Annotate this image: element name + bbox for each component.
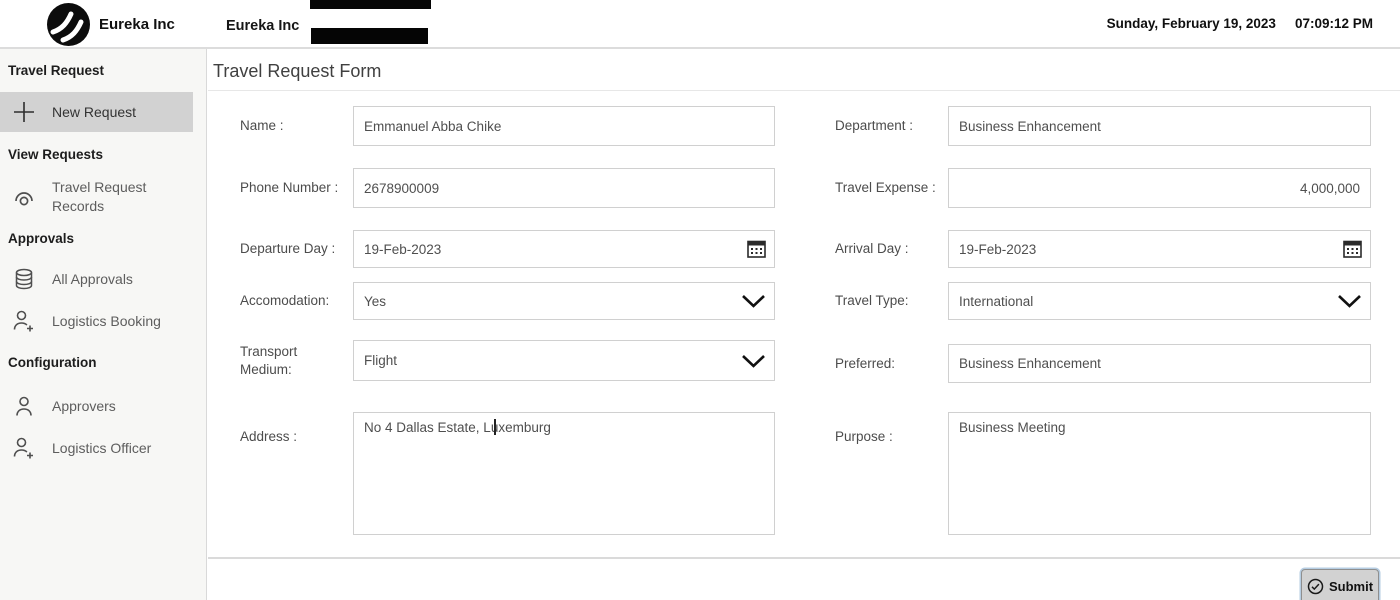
department-value: Business Enhancement	[959, 119, 1101, 134]
chevron-down-icon	[741, 354, 766, 368]
page-title: Travel Request Form	[213, 61, 381, 82]
department-label: Department :	[835, 106, 943, 146]
submit-button[interactable]: Submit	[1301, 569, 1379, 600]
address-label: Address :	[240, 412, 348, 535]
arrival-day-input[interactable]: 19-Feb-2023	[948, 230, 1371, 268]
address-textarea[interactable]: No 4 Dallas Estate, Luxemburg	[353, 412, 775, 535]
chevron-down-icon	[1337, 294, 1362, 308]
sidebar-divider	[206, 49, 207, 600]
person-add-icon	[10, 437, 38, 460]
sidebar-item-label: All Approvals	[52, 270, 133, 289]
app-window: Eureka Inc Eureka Inc Sunday, February 1…	[0, 0, 1400, 600]
datetime-display: Sunday, February 19, 2023 07:09:12 PM	[1107, 16, 1373, 31]
sidebar-item-new-request[interactable]: New Request	[0, 92, 193, 132]
title-divider	[208, 90, 1400, 91]
redacted-bar	[310, 0, 431, 9]
department-input[interactable]: Business Enhancement	[948, 106, 1371, 146]
sidebar-item-label: Logistics Officer	[52, 439, 151, 458]
section-approvals: Approvals	[8, 231, 74, 246]
plus-icon	[10, 99, 38, 125]
departure-day-value: 19-Feb-2023	[364, 242, 441, 257]
chevron-down-icon	[741, 294, 766, 308]
travel-expense-input[interactable]: 4,000,000	[948, 168, 1371, 208]
purpose-label: Purpose :	[835, 412, 943, 535]
sidebar-item-logistics-booking[interactable]: Logistics Booking	[0, 307, 193, 335]
phone-label: Phone Number :	[240, 168, 348, 208]
name-label: Name :	[240, 106, 348, 146]
preferred-label: Preferred:	[835, 344, 943, 383]
phone-input[interactable]: 2678900009	[353, 168, 775, 208]
text-cursor	[494, 419, 496, 435]
footer-divider	[208, 557, 1400, 559]
arrival-day-value: 19-Feb-2023	[959, 242, 1036, 257]
company-logo-icon	[46, 2, 91, 52]
sidebar-item-all-approvals[interactable]: All Approvals	[0, 265, 193, 293]
transport-medium-value: Flight	[364, 353, 397, 368]
section-travel-request: Travel Request	[8, 63, 104, 78]
preferred-input[interactable]: Business Enhancement	[948, 344, 1371, 383]
sidebar-item-travel-request-records[interactable]: Travel Request Records	[0, 175, 193, 219]
accommodation-value: Yes	[364, 294, 386, 309]
transport-medium-label: Transport Medium:	[240, 340, 348, 381]
name-value: Emmanuel Abba Chike	[364, 119, 501, 134]
app-header: Eureka Inc Eureka Inc Sunday, February 1…	[0, 0, 1400, 47]
records-icon	[10, 188, 38, 206]
sidebar-item-label: New Request	[52, 103, 136, 122]
sidebar-item-logistics-officer[interactable]: Logistics Officer	[0, 434, 193, 462]
purpose-value: Business Meeting	[959, 420, 1066, 435]
sidebar-item-label: Approvers	[52, 397, 116, 416]
calendar-icon[interactable]	[747, 240, 766, 258]
sidebar-item-label: Logistics Booking	[52, 312, 161, 331]
name-input[interactable]: Emmanuel Abba Chike	[353, 106, 775, 146]
departure-day-label: Departure Day :	[240, 230, 348, 268]
check-circle-icon	[1307, 578, 1324, 595]
address-value: No 4 Dallas Estate, Luxemburg	[364, 420, 551, 435]
accommodation-dropdown[interactable]: Yes	[353, 282, 775, 320]
redacted-bar	[311, 28, 428, 44]
travel-type-value: International	[959, 294, 1033, 309]
accommodation-label: Accomodation:	[240, 282, 348, 320]
header-divider	[0, 47, 1400, 49]
app-title: Eureka Inc	[226, 18, 299, 34]
preferred-value: Business Enhancement	[959, 356, 1101, 371]
time-label: 07:09:12 PM	[1295, 16, 1373, 31]
submit-button-label: Submit	[1329, 579, 1373, 594]
phone-value: 2678900009	[364, 181, 439, 196]
travel-expense-label: Travel Expense :	[835, 168, 943, 208]
departure-day-input[interactable]: 19-Feb-2023	[353, 230, 775, 268]
sidebar-item-label: Travel Request Records	[52, 178, 174, 216]
arrival-day-label: Arrival Day :	[835, 230, 943, 268]
company-name: Eureka Inc	[99, 16, 175, 33]
transport-medium-dropdown[interactable]: Flight	[353, 340, 775, 381]
date-label: Sunday, February 19, 2023	[1107, 16, 1276, 31]
section-view-requests: View Requests	[8, 147, 103, 162]
travel-expense-value: 4,000,000	[1300, 181, 1360, 196]
database-icon	[10, 268, 38, 291]
person-add-icon	[10, 310, 38, 333]
travel-type-dropdown[interactable]: International	[948, 282, 1371, 320]
purpose-textarea[interactable]: Business Meeting	[948, 412, 1371, 535]
section-configuration: Configuration	[8, 355, 96, 370]
person-icon	[10, 396, 38, 417]
calendar-icon[interactable]	[1343, 240, 1362, 258]
travel-type-label: Travel Type:	[835, 282, 943, 320]
sidebar-item-approvers[interactable]: Approvers	[0, 392, 193, 420]
